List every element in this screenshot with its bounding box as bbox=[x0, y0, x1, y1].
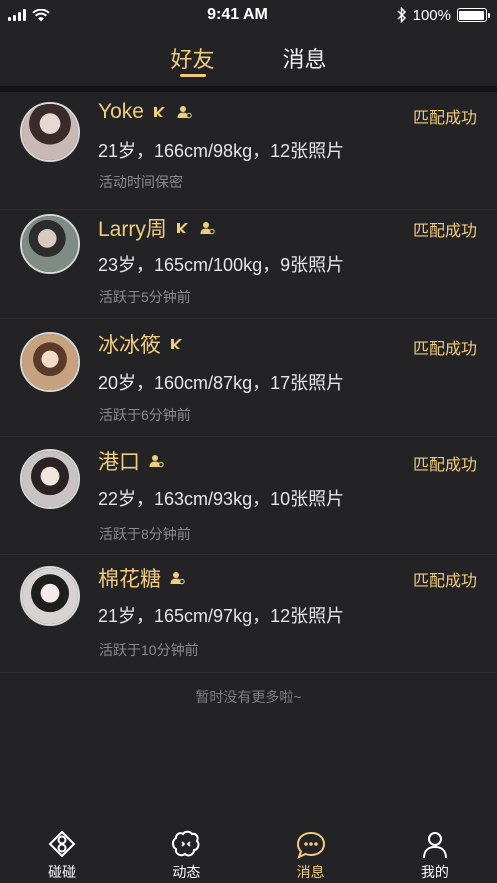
nav-messages-label: 消息 bbox=[296, 864, 325, 880]
vip-badge-icon bbox=[171, 339, 182, 349]
friend-row[interactable]: 港口 22岁，163cm/93kg，10张照片 活跃于8分钟前 匹配成功 bbox=[0, 437, 497, 555]
name-row: 港口 bbox=[98, 446, 164, 476]
active-time: 活跃于8分钟前 bbox=[99, 526, 191, 542]
bluetooth-icon bbox=[397, 7, 406, 23]
active-tab-indicator bbox=[179, 74, 206, 77]
tab-messages[interactable]: 消息 bbox=[280, 30, 330, 74]
verified-user-icon bbox=[170, 572, 185, 585]
name-row: Larry周 bbox=[98, 213, 215, 243]
signal-icon bbox=[8, 9, 26, 21]
no-more-text: 暂时没有更多啦~ bbox=[195, 689, 302, 705]
friend-info: 21岁，166cm/98kg，12张照片 bbox=[98, 141, 345, 161]
friend-row[interactable]: 棉花糖 21岁，165cm/97kg，12张照片 活跃于10分钟前 匹配成功 bbox=[0, 555, 497, 673]
bottom-nav: 碰碰 动态 消息 我的 bbox=[0, 824, 497, 883]
match-status: 匹配成功 bbox=[412, 457, 477, 474]
nav-profile[interactable]: 我的 bbox=[373, 824, 497, 882]
battery-percent: 100% bbox=[412, 6, 451, 24]
vip-badge-icon bbox=[176, 223, 188, 233]
name-row: 棉花糖 bbox=[98, 563, 185, 593]
friend-info: 22岁，163cm/93kg，10张照片 bbox=[98, 489, 345, 509]
nav-moments-label: 动态 bbox=[172, 864, 201, 880]
tab-friends[interactable]: 好友 bbox=[168, 30, 218, 77]
status-right: 100% bbox=[347, 6, 490, 24]
tab-messages-label: 消息 bbox=[282, 47, 327, 72]
friend-row[interactable]: 冰冰筱 20岁，160cm/87kg，17张照片 活跃于6分钟前 匹配成功 bbox=[0, 319, 497, 437]
bump-icon bbox=[48, 830, 76, 858]
nav-bump[interactable]: 碰碰 bbox=[0, 824, 124, 882]
profile-icon bbox=[422, 832, 447, 859]
wifi-icon bbox=[32, 8, 50, 21]
avatar[interactable] bbox=[20, 214, 80, 274]
verified-user-icon bbox=[177, 106, 192, 119]
status-left bbox=[8, 8, 128, 22]
friend-row[interactable]: Yoke 21岁，166cm/98kg，12张照片 活动时间保密 匹配成功 bbox=[0, 92, 497, 210]
friend-name: Yoke bbox=[98, 100, 144, 123]
avatar[interactable] bbox=[20, 102, 80, 162]
nav-bump-label: 碰碰 bbox=[48, 864, 77, 880]
tab-friends-label: 好友 bbox=[170, 47, 215, 72]
name-row: Yoke bbox=[98, 100, 192, 124]
battery-icon bbox=[456, 8, 490, 22]
match-status: 匹配成功 bbox=[412, 110, 477, 127]
nav-moments[interactable]: 动态 bbox=[124, 824, 248, 882]
match-status: 匹配成功 bbox=[412, 223, 477, 240]
vip-badge-icon bbox=[153, 107, 165, 117]
friend-name: Larry周 bbox=[98, 218, 167, 241]
top-tabs: 好友 消息 bbox=[0, 30, 497, 86]
avatar[interactable] bbox=[20, 332, 80, 392]
friend-row[interactable]: Larry周 23岁，165cm/100kg，9张照片 活跃于5分钟前 匹配成功 bbox=[0, 201, 497, 319]
status-time: 9:41 AM bbox=[207, 6, 268, 23]
friend-info: 21岁，165cm/97kg，12张照片 bbox=[98, 606, 345, 626]
active-time: 活动时间保密 bbox=[99, 174, 183, 190]
match-status: 匹配成功 bbox=[412, 573, 477, 590]
friend-info: 20岁，160cm/87kg，17张照片 bbox=[98, 373, 345, 393]
friend-name: 港口 bbox=[98, 451, 140, 474]
active-time: 活跃于10分钟前 bbox=[99, 642, 199, 658]
match-status: 匹配成功 bbox=[412, 341, 477, 358]
avatar[interactable] bbox=[20, 449, 80, 509]
verified-user-icon bbox=[200, 222, 215, 235]
active-time: 活跃于5分钟前 bbox=[99, 289, 191, 305]
avatar[interactable] bbox=[20, 566, 80, 626]
nav-profile-label: 我的 bbox=[420, 864, 449, 880]
friend-name: 冰冰筱 bbox=[98, 334, 161, 357]
message-icon bbox=[296, 831, 325, 859]
name-row: 冰冰筱 bbox=[98, 329, 185, 359]
nav-messages[interactable]: 消息 bbox=[249, 824, 373, 882]
status-bar: 9:41 AM 100% bbox=[0, 0, 497, 30]
verified-user-icon bbox=[149, 455, 164, 468]
friend-name: 棉花糖 bbox=[98, 568, 161, 591]
active-time: 活跃于6分钟前 bbox=[99, 407, 191, 423]
friend-info: 23岁，165cm/100kg，9张照片 bbox=[98, 255, 345, 275]
moments-icon bbox=[172, 830, 200, 857]
